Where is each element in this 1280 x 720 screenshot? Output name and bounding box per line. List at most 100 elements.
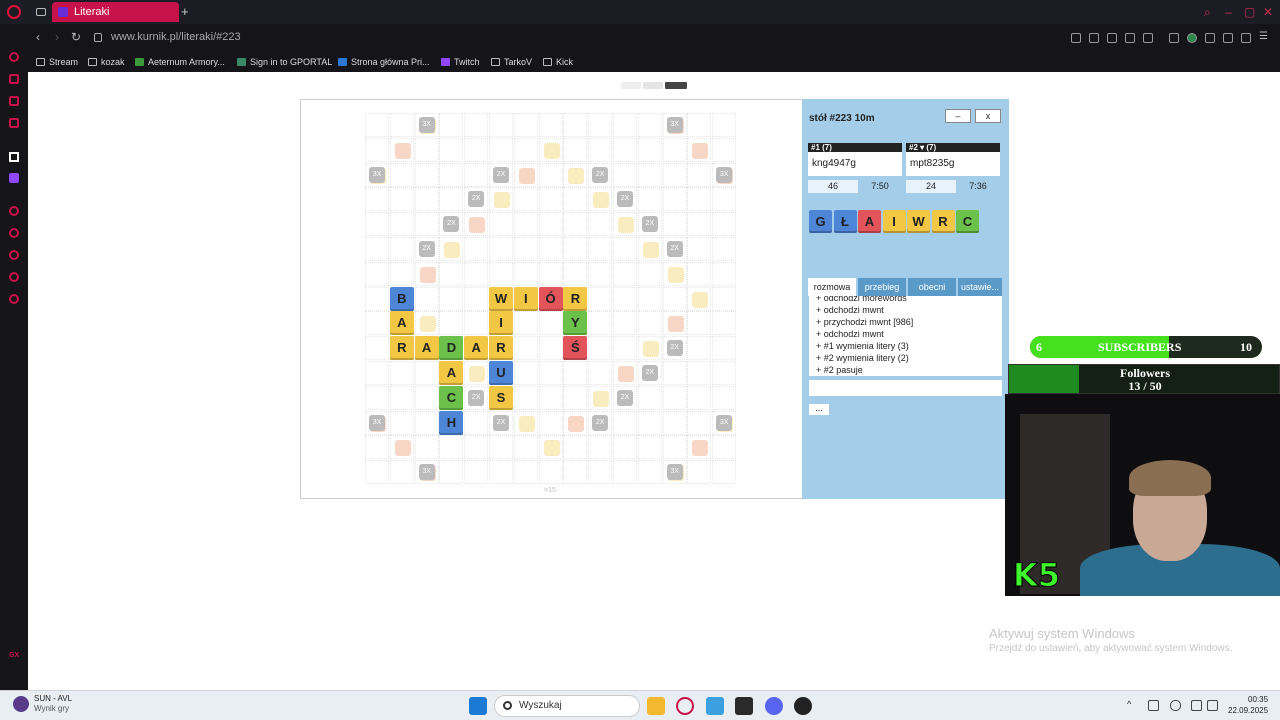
tab-przebieg[interactable]: przebieg (858, 278, 906, 296)
board-cell[interactable] (538, 212, 563, 237)
board-cell[interactable] (687, 162, 712, 187)
board-cell[interactable] (613, 137, 637, 162)
board-tile[interactable]: H (439, 410, 464, 435)
board-cell[interactable] (439, 286, 464, 311)
board-cell[interactable] (563, 212, 588, 237)
board-cell[interactable] (637, 162, 662, 187)
board-cell[interactable] (563, 261, 588, 286)
download-icon[interactable] (1223, 33, 1233, 43)
board-cell[interactable] (513, 336, 538, 361)
board-cell[interactable] (439, 311, 464, 336)
board-tile[interactable]: A (389, 311, 414, 336)
board-cell[interactable] (439, 237, 464, 261)
tray-app-icon[interactable] (1148, 700, 1159, 711)
board-cell[interactable] (389, 113, 414, 137)
board-tile[interactable]: I (489, 311, 513, 336)
board-cell[interactable] (464, 113, 489, 137)
board-cell[interactable] (588, 212, 613, 237)
board-cell[interactable] (464, 212, 489, 237)
board-cell[interactable] (637, 336, 662, 361)
board-cell[interactable] (712, 385, 737, 410)
board-cell[interactable] (389, 187, 414, 212)
board-tile[interactable]: Y (563, 311, 588, 336)
board-cell[interactable] (414, 212, 439, 237)
board-cell[interactable] (637, 113, 662, 137)
board-cell[interactable] (687, 435, 712, 460)
close-button[interactable]: x (975, 109, 1001, 123)
board-tile[interactable]: R (489, 336, 513, 361)
board-cell[interactable] (513, 410, 538, 435)
board-cell[interactable] (365, 435, 389, 460)
board-cell[interactable] (389, 237, 414, 261)
volume-icon[interactable] (1207, 700, 1218, 711)
minimize-window-icon[interactable]: – (1225, 5, 1232, 19)
bookmark-twitch[interactable]: Twitch (441, 55, 480, 69)
chevron-up-icon[interactable]: ^ (1127, 700, 1138, 711)
board-cell[interactable] (687, 361, 712, 385)
board-tile[interactable]: U (489, 361, 513, 385)
board-cell[interactable] (538, 460, 563, 485)
microphone-icon[interactable] (1170, 700, 1181, 711)
sidebar-bag-icon[interactable] (9, 74, 19, 84)
board-tile[interactable]: I (513, 286, 538, 311)
board-cell[interactable] (489, 113, 513, 137)
board-cell[interactable] (662, 162, 687, 187)
opera-logo-icon[interactable] (7, 5, 21, 19)
lock-icon[interactable] (94, 33, 102, 42)
extension-icon-2[interactable] (1089, 33, 1099, 43)
board-cell[interactable] (662, 261, 687, 286)
board-cell[interactable] (365, 286, 389, 311)
board-cell[interactable] (687, 113, 712, 137)
board-cell[interactable] (588, 361, 613, 385)
board-cell[interactable] (439, 137, 464, 162)
board-tile[interactable]: B (389, 286, 414, 311)
heart-icon[interactable] (1143, 33, 1153, 43)
board-cell[interactable] (464, 460, 489, 485)
rack-tile[interactable]: R (931, 210, 955, 233)
board-cell[interactable] (439, 187, 464, 212)
back-arrow-icon[interactable]: ‹ (36, 30, 40, 44)
board-cell[interactable] (389, 361, 414, 385)
board-cell[interactable] (712, 212, 737, 237)
extension-icon-1[interactable] (1071, 33, 1081, 43)
board-cell[interactable] (489, 187, 513, 212)
board-tile[interactable]: D (439, 336, 464, 361)
game-app-icon[interactable] (13, 696, 29, 712)
board-cell[interactable] (563, 410, 588, 435)
board-cell[interactable] (588, 385, 613, 410)
board-cell[interactable] (588, 336, 613, 361)
sidebar-player-icon[interactable] (9, 206, 19, 216)
board-cell[interactable] (489, 435, 513, 460)
board-cell[interactable] (389, 435, 414, 460)
board-cell[interactable] (538, 261, 563, 286)
board-cell[interactable] (365, 137, 389, 162)
puzzle-icon[interactable] (1205, 33, 1215, 43)
board-cell[interactable] (588, 187, 613, 212)
board-cell[interactable] (464, 410, 489, 435)
bookmark-kozak[interactable]: kozak (88, 55, 125, 69)
board-cell[interactable] (563, 187, 588, 212)
board-cell[interactable] (687, 187, 712, 212)
board-cell[interactable] (687, 311, 712, 336)
board-cell[interactable] (662, 286, 687, 311)
board-cell[interactable] (513, 212, 538, 237)
maximize-window-icon[interactable]: ▢ (1244, 5, 1255, 19)
app-f-icon[interactable] (706, 697, 724, 715)
board-cell[interactable] (563, 237, 588, 261)
board-cell[interactable] (588, 435, 613, 460)
board-cell[interactable] (365, 237, 389, 261)
tab-manager-icon[interactable] (36, 8, 46, 16)
search-box[interactable]: Wyszukaj (494, 695, 640, 717)
board-cell[interactable] (538, 336, 563, 361)
board-grid[interactable]: 3X 3X 3X 2X 2X 3X 2X 2X 2X 2X 2X 2X 2X 2X 2X 2X 3X 2X 2X 3X… (365, 113, 738, 486)
sidebar-mail-icon[interactable] (9, 118, 19, 128)
tab-literaki[interactable]: Literaki (52, 2, 179, 22)
board-cell[interactable] (662, 187, 687, 212)
board-cell[interactable] (613, 162, 637, 187)
extension-icon-4[interactable] (1169, 33, 1179, 43)
forward-arrow-icon[interactable]: › (55, 30, 59, 44)
board-cell[interactable] (538, 162, 563, 187)
board-cell[interactable] (439, 435, 464, 460)
chat-input[interactable] (809, 380, 1002, 396)
board-cell[interactable] (637, 187, 662, 212)
